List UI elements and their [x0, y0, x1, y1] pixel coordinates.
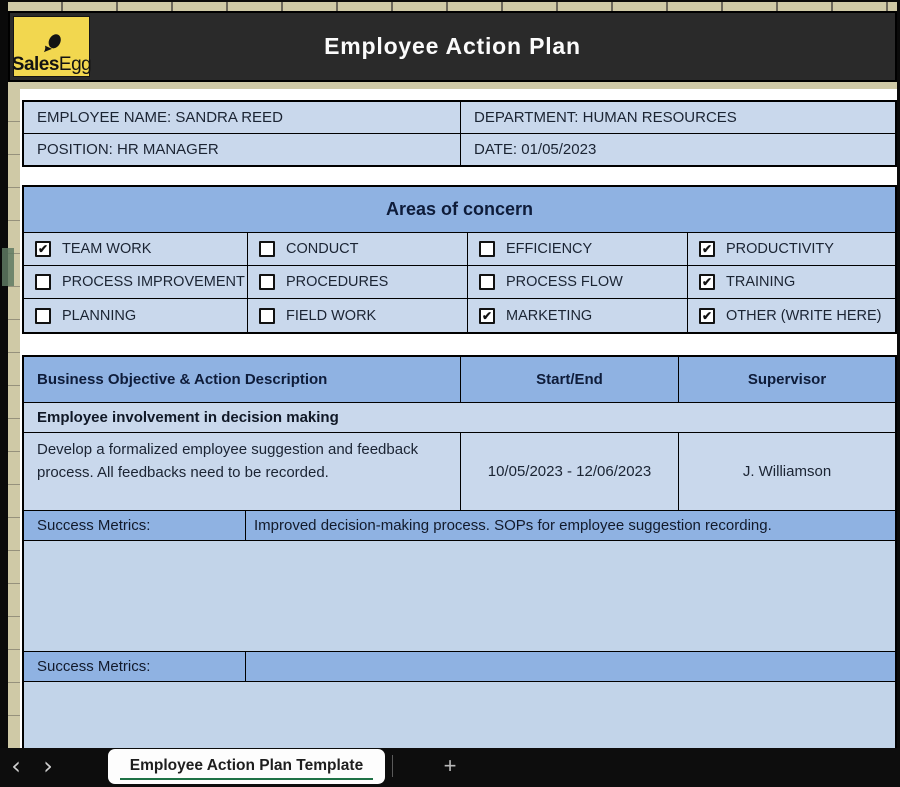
- tab-employee-action-plan-template[interactable]: Employee Action Plan Template: [108, 749, 385, 784]
- add-sheet-button[interactable]: +: [438, 753, 462, 779]
- col-header-objective: Business Objective & Action Description: [24, 357, 461, 402]
- objective-title-text: Employee involvement in decision making: [37, 409, 339, 426]
- concern-process-flow[interactable]: PROCESS FLOW: [468, 266, 688, 299]
- spreadsheet-left-gutter: [8, 89, 20, 748]
- concern-label: TRAINING: [726, 274, 795, 290]
- success-metrics-value: Improved decision-making process. SOPs f…: [254, 517, 772, 534]
- sheet-nav-left-icon[interactable]: ‹: [6, 752, 26, 780]
- checkbox-icon[interactable]: ✔: [699, 274, 715, 290]
- success-metrics-row-1: Success Metrics: Improved decision-makin…: [24, 511, 895, 541]
- employee-name-text: EMPLOYEE NAME: SANDRA REED: [37, 109, 283, 126]
- concern-label: FIELD WORK: [286, 308, 376, 324]
- checkbox-icon[interactable]: ✔: [699, 308, 715, 324]
- checkbox-icon[interactable]: [479, 241, 495, 257]
- areas-of-concern-table: Areas of concern ✔ TEAM WORK CONDUCT EFFI…: [22, 185, 897, 334]
- position-cell[interactable]: POSITION: HR MANAGER: [24, 134, 461, 166]
- concern-productivity[interactable]: ✔ PRODUCTIVITY: [688, 233, 895, 266]
- col-header-supervisor: Supervisor: [679, 357, 895, 402]
- checkbox-icon[interactable]: [259, 308, 275, 324]
- description-text: Develop a formalized employee suggestion…: [37, 439, 444, 484]
- concern-field-work[interactable]: FIELD WORK: [248, 299, 468, 332]
- action-plan-table: Business Objective & Action Description …: [22, 355, 897, 748]
- concern-label: PROCEDURES: [286, 274, 388, 290]
- checkbox-icon[interactable]: [35, 308, 51, 324]
- concern-label: PRODUCTIVITY: [726, 241, 834, 257]
- active-tab-underline: [120, 778, 373, 780]
- objective-title-cell[interactable]: Employee involvement in decision making: [24, 403, 895, 433]
- sheet-nav-right-icon[interactable]: ›: [38, 752, 58, 780]
- areas-of-concern-grid: ✔ TEAM WORK CONDUCT EFFICIENCY ✔ PRODUCTIV…: [24, 233, 895, 332]
- concern-marketing[interactable]: ✔ MARKETING: [468, 299, 688, 332]
- concern-conduct[interactable]: CONDUCT: [248, 233, 468, 266]
- concern-label: PROCESS FLOW: [506, 274, 623, 290]
- checkbox-icon[interactable]: [35, 274, 51, 290]
- page-title: Employee Action Plan: [10, 13, 895, 80]
- sheet-tab-label: Employee Action Plan Template: [130, 757, 363, 777]
- start-end-text: 10/05/2023 - 12/06/2023: [488, 463, 651, 480]
- start-end-cell[interactable]: 10/05/2023 - 12/06/2023: [461, 433, 679, 510]
- success-metrics-row-2: Success Metrics:: [24, 652, 895, 682]
- employee-info-table: EMPLOYEE NAME: SANDRA REED DEPARTMENT: H…: [22, 100, 897, 167]
- concern-procedures[interactable]: PROCEDURES: [248, 266, 468, 299]
- concern-training[interactable]: ✔ TRAINING: [688, 266, 895, 299]
- concern-other[interactable]: ✔ OTHER (WRITE HERE): [688, 299, 895, 332]
- checkbox-icon[interactable]: [259, 241, 275, 257]
- success-metrics-1-label-cell[interactable]: Success Metrics:: [24, 511, 246, 540]
- department-text: DEPARTMENT: HUMAN RESOURCES: [474, 109, 737, 126]
- checkbox-icon[interactable]: [259, 274, 275, 290]
- position-text: POSITION: HR MANAGER: [37, 141, 219, 158]
- department-cell[interactable]: DEPARTMENT: HUMAN RESOURCES: [461, 102, 895, 134]
- concern-label: PROCESS IMPROVEMENT: [62, 274, 245, 290]
- concern-efficiency[interactable]: EFFICIENCY: [468, 233, 688, 266]
- worksheet-area: EMPLOYEE NAME: SANDRA REED DEPARTMENT: H…: [20, 89, 897, 748]
- date-text: DATE: 01/05/2023: [474, 141, 596, 158]
- success-metrics-1-value-cell[interactable]: Improved decision-making process. SOPs f…: [246, 511, 895, 540]
- supervisor-cell[interactable]: J. Williamson: [679, 433, 895, 510]
- areas-of-concern-title: Areas of concern: [24, 187, 895, 233]
- spreadsheet-top-cells: [8, 2, 897, 11]
- checkbox-icon[interactable]: ✔: [699, 241, 715, 257]
- success-metrics-2-value-cell[interactable]: [246, 652, 895, 681]
- spreadsheet-window: SalesEgg Employee Action Plan EMPLOYEE N…: [0, 0, 900, 787]
- tab-separator: [392, 755, 393, 777]
- checkbox-icon[interactable]: ✔: [35, 241, 51, 257]
- concern-process-improvement[interactable]: PROCESS IMPROVEMENT: [24, 266, 248, 299]
- empty-notes-area-1[interactable]: [24, 541, 895, 652]
- title-band: SalesEgg Employee Action Plan: [8, 11, 897, 82]
- success-metrics-label: Success Metrics:: [37, 517, 150, 534]
- date-cell[interactable]: DATE: 01/05/2023: [461, 134, 895, 166]
- concern-label: PLANNING: [62, 308, 136, 324]
- concern-label: OTHER (WRITE HERE): [726, 308, 881, 324]
- success-metrics-2-label-cell[interactable]: Success Metrics:: [24, 652, 246, 681]
- action-description-row: Develop a formalized employee suggestion…: [24, 433, 895, 511]
- checkbox-icon[interactable]: ✔: [479, 308, 495, 324]
- concern-label: MARKETING: [506, 308, 592, 324]
- empty-notes-area-2[interactable]: [24, 682, 895, 748]
- success-metrics-label: Success Metrics:: [37, 658, 150, 675]
- gutter-selection-mark: [2, 248, 14, 286]
- concern-label: EFFICIENCY: [506, 241, 592, 257]
- col-header-start-end: Start/End: [461, 357, 679, 402]
- concern-label: TEAM WORK: [62, 241, 151, 257]
- sheet-tab-bar: ‹ › Employee Action Plan Template +: [0, 748, 900, 787]
- description-cell[interactable]: Develop a formalized employee suggestion…: [24, 433, 461, 510]
- concern-label: CONDUCT: [286, 241, 359, 257]
- action-table-header: Business Objective & Action Description …: [24, 357, 895, 403]
- concern-planning[interactable]: PLANNING: [24, 299, 248, 332]
- concern-team-work[interactable]: ✔ TEAM WORK: [24, 233, 248, 266]
- checkbox-icon[interactable]: [479, 274, 495, 290]
- spreadsheet-strip: [8, 82, 897, 89]
- employee-name-cell[interactable]: EMPLOYEE NAME: SANDRA REED: [24, 102, 461, 134]
- supervisor-text: J. Williamson: [743, 463, 831, 480]
